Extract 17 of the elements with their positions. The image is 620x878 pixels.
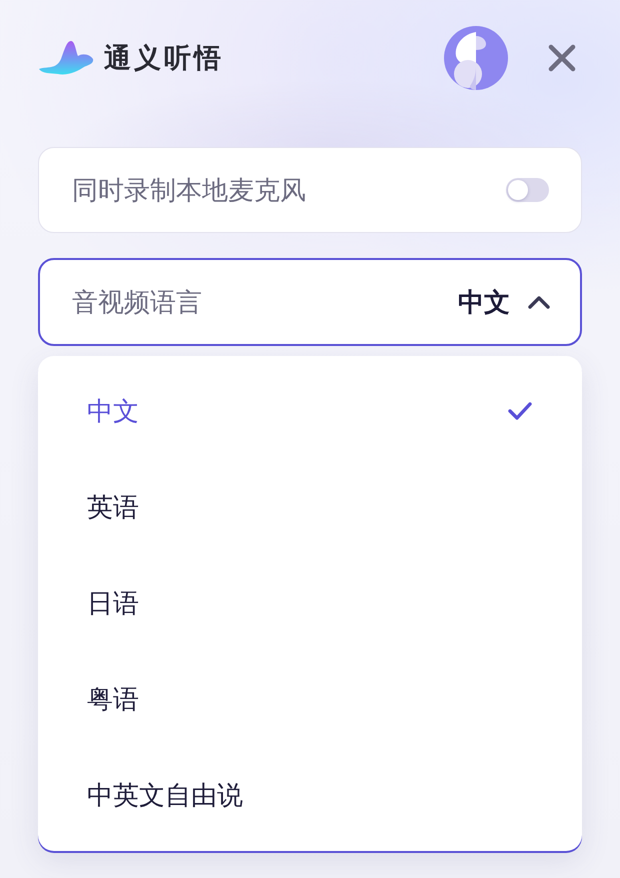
language-option[interactable]: 粤语	[38, 651, 582, 747]
language-option[interactable]: 英语	[38, 459, 582, 555]
chevron-up-icon	[528, 296, 550, 308]
language-option[interactable]: 中英文自由说	[38, 747, 582, 843]
microphone-toggle[interactable]	[506, 178, 549, 202]
selected-language: 中文	[458, 286, 510, 320]
avatar-icon[interactable]	[444, 26, 508, 90]
check-icon	[508, 402, 532, 420]
language-option[interactable]: 日语	[38, 555, 582, 651]
logo-icon	[38, 40, 94, 76]
microphone-label: 同时录制本地麦克风	[72, 174, 307, 208]
language-option[interactable]: 中文	[38, 363, 582, 459]
language-select[interactable]: 音视频语言 中文	[38, 258, 582, 346]
language-label: 音视频语言	[72, 286, 203, 320]
close-button[interactable]	[546, 42, 578, 74]
app-title: 通义听悟	[104, 42, 224, 76]
close-icon	[548, 44, 576, 72]
